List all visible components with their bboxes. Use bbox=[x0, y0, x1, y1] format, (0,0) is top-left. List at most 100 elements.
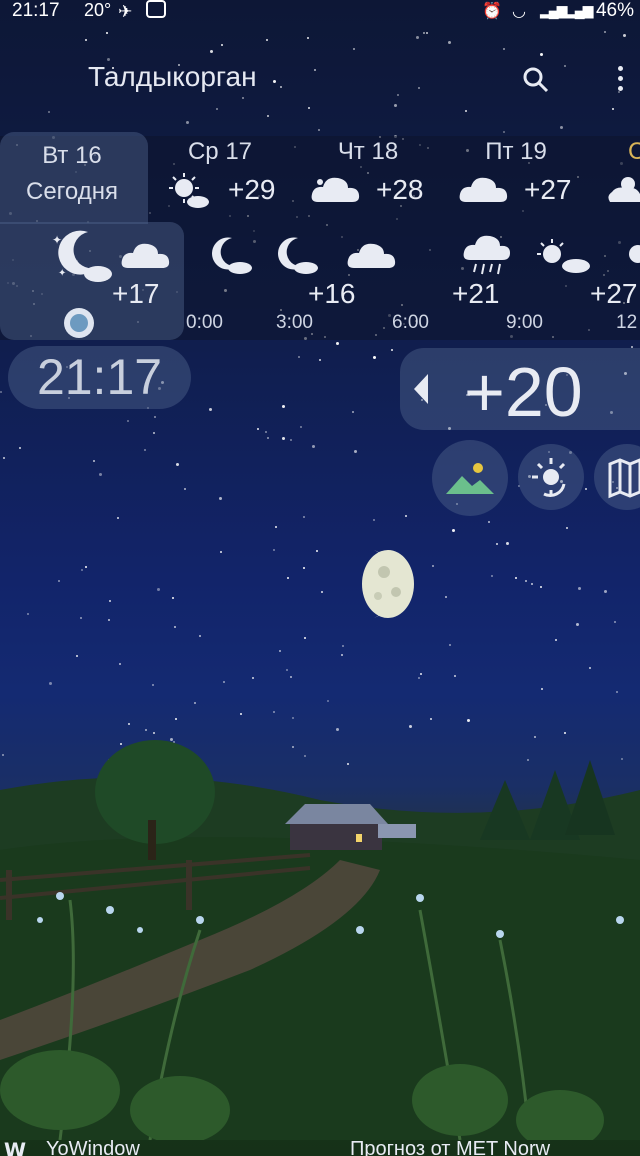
star bbox=[48, 111, 51, 114]
weather-effects-button[interactable] bbox=[518, 444, 584, 510]
star bbox=[560, 125, 564, 129]
star bbox=[302, 566, 305, 569]
signal-icon-2: ▂▄▆ bbox=[566, 2, 593, 18]
star bbox=[531, 582, 534, 585]
star bbox=[405, 514, 408, 517]
star bbox=[265, 430, 268, 433]
sun-cloud-icon bbox=[537, 239, 590, 273]
star bbox=[563, 64, 566, 67]
current-temp-panel[interactable]: +20 bbox=[400, 348, 640, 431]
cloud-icon bbox=[121, 243, 170, 268]
search-icon bbox=[523, 67, 549, 93]
star bbox=[292, 716, 295, 719]
cloud-icon bbox=[311, 177, 360, 202]
chevron-left-icon bbox=[414, 374, 428, 404]
star bbox=[372, 356, 376, 360]
star bbox=[151, 684, 154, 687]
star bbox=[319, 358, 322, 361]
star bbox=[27, 612, 30, 615]
star bbox=[418, 676, 421, 679]
star bbox=[286, 669, 289, 672]
cloud-icon bbox=[347, 243, 396, 268]
sun-cloud-icon bbox=[608, 177, 640, 202]
landscape-button[interactable] bbox=[432, 440, 508, 516]
status-bar: 21:17 20° ✈ ⏰ ◡ ▂▄▆ ▂▄▆ 46% bbox=[0, 0, 640, 24]
star bbox=[272, 548, 275, 551]
star bbox=[186, 121, 190, 125]
star bbox=[240, 712, 243, 715]
app-brand[interactable]: YoWindow bbox=[46, 1138, 140, 1156]
star bbox=[241, 96, 244, 99]
star bbox=[157, 588, 161, 592]
star bbox=[464, 110, 467, 113]
star bbox=[416, 35, 420, 39]
star bbox=[275, 526, 278, 529]
moon-cloud-icon bbox=[212, 237, 252, 274]
hour-4-temp: +27 bbox=[590, 278, 638, 309]
hour-4-time: 12 bbox=[616, 312, 638, 333]
star bbox=[144, 448, 147, 451]
day-3-name[interactable]: Пт 19 bbox=[466, 138, 566, 166]
star bbox=[266, 437, 269, 440]
star bbox=[503, 48, 506, 51]
star bbox=[444, 595, 447, 598]
star bbox=[287, 576, 290, 579]
search-button[interactable] bbox=[520, 64, 552, 96]
svg-text:✦: ✦ bbox=[58, 268, 66, 279]
wifi-icon: ◡ bbox=[512, 3, 526, 20]
star bbox=[514, 577, 517, 580]
star bbox=[316, 550, 319, 553]
current-time-pill[interactable]: 21:17 bbox=[8, 346, 191, 409]
day-0-subtitle: Сегодня bbox=[26, 178, 118, 205]
star bbox=[311, 444, 315, 448]
day-1-temp: +29 bbox=[228, 174, 276, 205]
star bbox=[341, 654, 344, 657]
star bbox=[496, 542, 499, 545]
forecast-source[interactable]: Прогноз от MET Norw bbox=[350, 1138, 550, 1156]
star bbox=[448, 643, 451, 646]
day-1-name[interactable]: Ср 17 bbox=[170, 138, 270, 166]
star bbox=[279, 650, 282, 653]
star bbox=[57, 579, 60, 582]
landscape-icon bbox=[446, 463, 494, 494]
star bbox=[273, 79, 277, 83]
star bbox=[194, 701, 197, 704]
star bbox=[3, 457, 6, 460]
star bbox=[85, 39, 88, 42]
map-button[interactable] bbox=[594, 444, 640, 510]
city-title[interactable]: Талдыкорган bbox=[88, 61, 257, 93]
star bbox=[453, 675, 456, 678]
star bbox=[540, 53, 544, 57]
star bbox=[308, 107, 311, 110]
day-2-temp: +28 bbox=[376, 174, 424, 205]
star bbox=[614, 621, 617, 624]
star bbox=[252, 677, 255, 680]
star bbox=[153, 432, 156, 435]
star bbox=[612, 107, 615, 110]
hour-0-temp: +17 bbox=[112, 278, 160, 309]
star bbox=[256, 428, 259, 431]
day-4-name[interactable]: С bbox=[628, 138, 640, 166]
star bbox=[280, 85, 282, 88]
star bbox=[0, 390, 3, 393]
star bbox=[85, 565, 88, 568]
telegram-icon: ✈ bbox=[118, 2, 133, 21]
star bbox=[80, 569, 83, 572]
star bbox=[281, 436, 285, 440]
star bbox=[391, 349, 394, 352]
star bbox=[290, 675, 293, 678]
yowindow-logo-icon: 𝗪 bbox=[4, 1140, 27, 1156]
star bbox=[576, 622, 580, 626]
star bbox=[540, 687, 543, 690]
day-2-name[interactable]: Чт 18 bbox=[318, 138, 418, 166]
star bbox=[451, 528, 455, 532]
star bbox=[303, 515, 306, 518]
star bbox=[578, 587, 582, 591]
star bbox=[622, 33, 626, 37]
star bbox=[488, 520, 491, 523]
star bbox=[222, 681, 225, 684]
star bbox=[18, 447, 21, 450]
overflow-menu-button[interactable] bbox=[612, 66, 628, 98]
star bbox=[525, 579, 528, 582]
moon-cloud-icon bbox=[278, 237, 318, 274]
